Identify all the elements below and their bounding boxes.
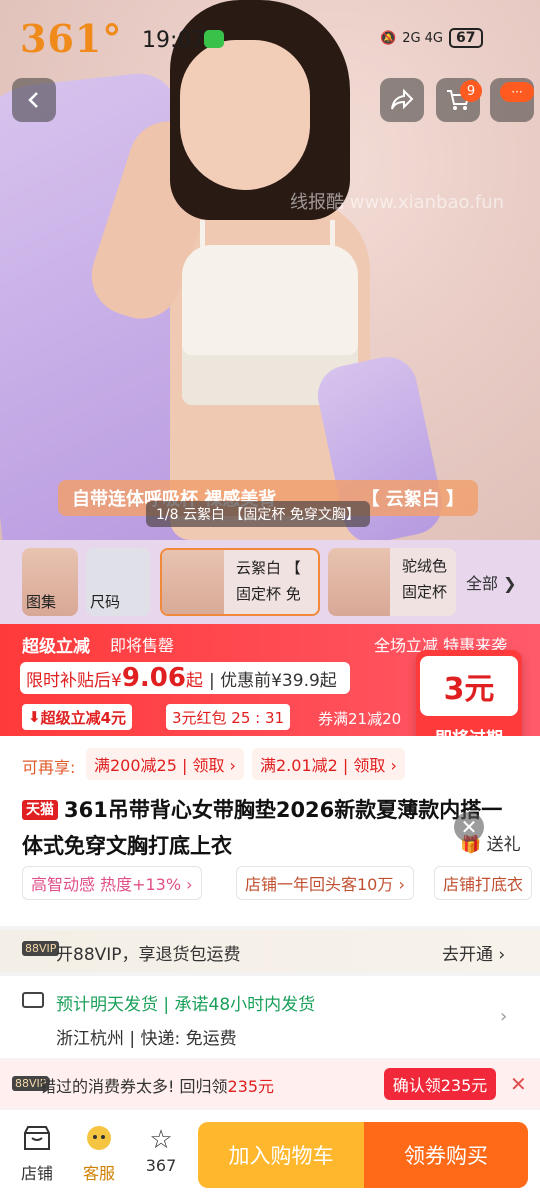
view-all-label: 全部 bbox=[466, 574, 499, 593]
arrow-down-icon: ⬇ bbox=[28, 708, 41, 726]
network-label: 2G 4G bbox=[402, 30, 444, 46]
bottom-action-bar: 店铺 客服 ☆ 367 加入购物车 领券购买 bbox=[0, 1110, 540, 1200]
coupon-bar: 88VIP 错过的消费券太多! 回归领235元 确认领235元 ✕ bbox=[0, 1060, 540, 1108]
price-box: 限时补贴后¥ 9.06 起 | 优惠前¥39.9起 bbox=[20, 662, 350, 694]
customer-service-icon bbox=[74, 1124, 124, 1160]
vip-text: 开88VIP，享退货包运费 bbox=[56, 945, 241, 965]
shipping-origin: 浙江杭州 | 快递: 免运费 bbox=[56, 1029, 237, 1049]
wechat-icon bbox=[204, 30, 224, 48]
red-packet-chip: 3元红包 25 : 31 bbox=[166, 704, 291, 730]
vip-row[interactable]: 88VIP 开88VIP，享退货包运费 去开通 › bbox=[0, 930, 540, 972]
chevron-right-icon: › bbox=[500, 1006, 508, 1027]
tmall-badge: 天猫 bbox=[22, 800, 58, 820]
close-icon[interactable]: ✕ bbox=[454, 812, 484, 842]
thumb-active-line1: 云絮白 【 bbox=[236, 559, 301, 577]
share-icon bbox=[391, 89, 414, 110]
price-before: | 优惠前¥39.9起 bbox=[208, 670, 337, 691]
image-caption: 1/8 云絮白 【固定杯 免穿文胸】 bbox=[146, 501, 370, 527]
shop-label: 店铺 bbox=[20, 1164, 53, 1183]
view-all-button[interactable]: 全部 ❯ bbox=[466, 570, 517, 594]
cart-count-badge: 9 bbox=[460, 80, 482, 102]
chevron-left-icon bbox=[28, 92, 38, 108]
thumb-image bbox=[328, 548, 390, 616]
thumb-active-line2: 固定杯 免 bbox=[236, 585, 301, 603]
coupon-bar-message: 错过的消费券太多! 回归领 bbox=[40, 1077, 228, 1096]
chevron-right-icon: ❯ bbox=[503, 574, 517, 593]
shipping-promise: 预计明天发货 | 承诺48小时内发货 bbox=[56, 995, 316, 1015]
thumb-size[interactable]: 尺码 bbox=[86, 548, 150, 616]
tag-shop[interactable]: 店铺打底衣 bbox=[434, 866, 533, 900]
more-icon: ··· bbox=[500, 82, 534, 102]
shop-button[interactable]: 店铺 bbox=[12, 1124, 62, 1184]
back-button[interactable] bbox=[12, 78, 56, 122]
tag-heat[interactable]: 高智动感 热度+13% › bbox=[22, 866, 202, 900]
favorite-count: 367 bbox=[145, 1156, 177, 1175]
status-icons: 🔕 2G 4G 67 bbox=[380, 28, 483, 48]
share-button[interactable] bbox=[380, 78, 424, 122]
thumb-next[interactable]: 驼绒色 固定杯 bbox=[328, 548, 456, 616]
thumb-gallery-label: 图集 bbox=[26, 593, 57, 611]
brand-logo: 361° bbox=[20, 16, 123, 61]
strap-left bbox=[200, 220, 205, 270]
vip-badge: 88VIP bbox=[22, 941, 60, 956]
coupon-200-25[interactable]: 满200减25 | 领取 › bbox=[86, 748, 244, 780]
reuse-label: 可再享: bbox=[22, 758, 76, 777]
star-icon: ☆ bbox=[149, 1125, 173, 1155]
super-reduce-label: 超级立减4元 bbox=[40, 708, 127, 727]
claim-coupon-button[interactable]: 确认领235元 bbox=[384, 1068, 496, 1100]
favorite-button[interactable]: ☆ 367 bbox=[136, 1124, 186, 1175]
price-subtitle: 即将售罄 bbox=[110, 636, 175, 655]
expiring-amount: 3元 bbox=[420, 656, 518, 716]
coupon-bar-amount: 235元 bbox=[227, 1077, 275, 1096]
product-title: 天猫 361吊带背心女带胸垫2026新款夏薄款内搭一体式免穿文胸打底上衣 bbox=[22, 792, 512, 864]
add-to-cart-button[interactable]: 加入购物车 bbox=[198, 1122, 364, 1188]
price-after-suffix: 起 bbox=[185, 670, 203, 691]
watermark: 线报酷 www.xianbao.fun bbox=[290, 192, 505, 213]
tag-repeat-customers[interactable]: 店铺一年回头客10万 › bbox=[236, 866, 414, 900]
status-time: 19:07 bbox=[142, 28, 206, 53]
promo-right: 【 云絮白 】 bbox=[361, 489, 464, 510]
super-reduce-chip: ⬇ 超级立减4元 bbox=[22, 704, 133, 730]
vip-action[interactable]: 去开通 › bbox=[442, 940, 505, 965]
coupon-2-2[interactable]: 满2.01减2 | 领取 › bbox=[252, 748, 405, 780]
mute-icon: 🔕 bbox=[380, 30, 397, 46]
product-title-text: 361吊带背心女带胸垫2026新款夏薄款内搭一体式免穿文胸打底上衣 bbox=[22, 798, 503, 858]
price-after-prefix: 限时补贴后¥ bbox=[26, 670, 122, 691]
truck-icon bbox=[22, 992, 44, 1008]
price-title: 超级立减 bbox=[22, 637, 90, 657]
buy-with-coupon-button[interactable]: 领券购买 bbox=[364, 1122, 528, 1188]
service-label: 客服 bbox=[82, 1164, 115, 1183]
battery-indicator: 67 bbox=[449, 28, 483, 48]
coupon-condition: 券满21减20 bbox=[318, 710, 402, 728]
sku-thumbnails: 图集 尺码 云絮白 【 固定杯 免 驼绒色 固定杯 bbox=[0, 540, 540, 624]
shop-icon bbox=[12, 1124, 62, 1160]
thumb-next-line2: 固定杯 bbox=[402, 583, 448, 601]
thumb-gallery[interactable]: 图集 bbox=[22, 548, 78, 616]
shipping-info[interactable]: 预计明天发货 | 承诺48小时内发货 浙江杭州 | 快递: 免运费 › bbox=[0, 976, 540, 1058]
coupon-bar-text: 错过的消费券太多! 回归领235元 bbox=[40, 1073, 274, 1097]
thumb-active[interactable]: 云絮白 【 固定杯 免 bbox=[160, 548, 320, 616]
service-button[interactable]: 客服 bbox=[74, 1124, 124, 1184]
thumb-size-label: 尺码 bbox=[90, 593, 121, 611]
strap-right bbox=[330, 220, 335, 270]
price-after-value: 9.06 bbox=[121, 663, 186, 693]
model-face bbox=[180, 40, 310, 190]
close-icon[interactable]: ✕ bbox=[510, 1072, 527, 1096]
thumb-image bbox=[162, 550, 224, 614]
thumb-next-line1: 驼绒色 bbox=[402, 557, 448, 575]
gift-label: 送礼 bbox=[486, 835, 521, 855]
product-image[interactable]: 361° 19:07 🔕 2G 4G 67 9 ··· 线报酷 www.xian… bbox=[0, 0, 540, 540]
